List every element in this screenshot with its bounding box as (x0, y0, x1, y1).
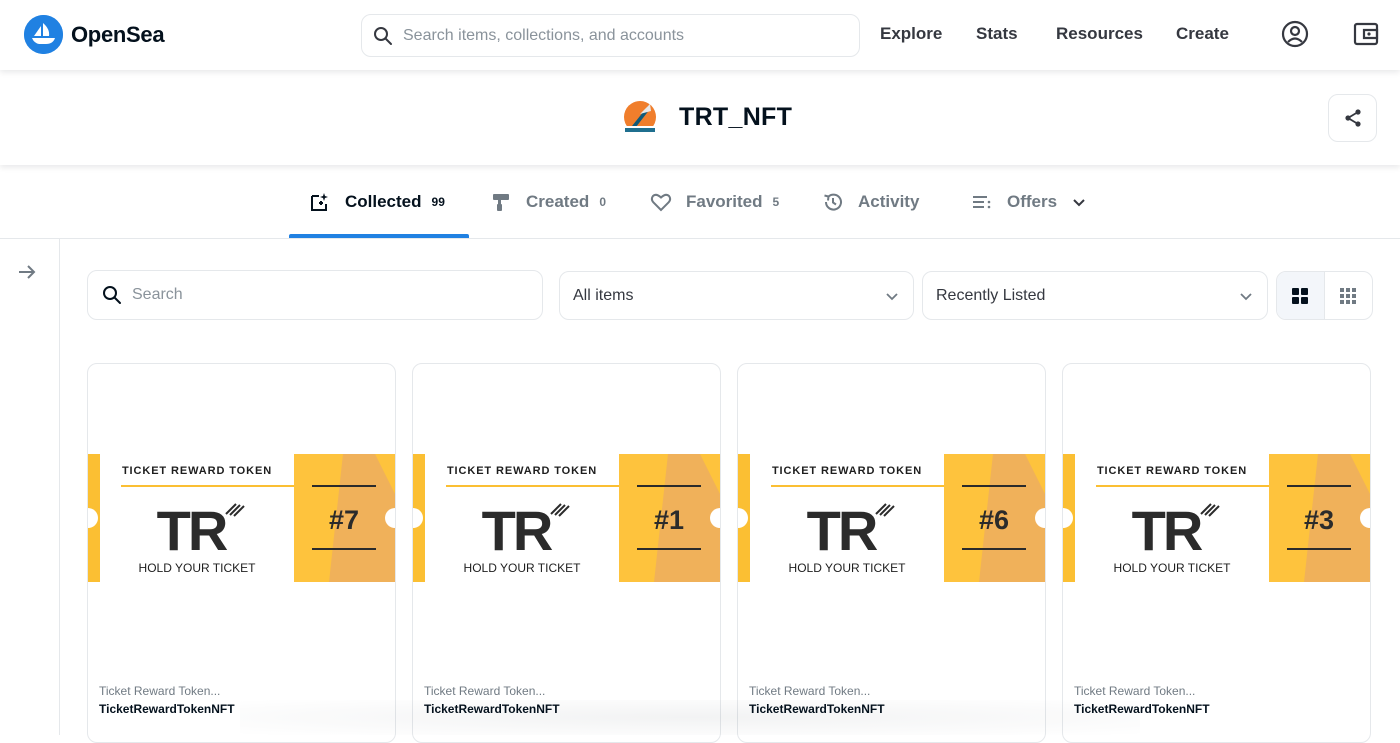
tab-offers-label: Offers (1007, 192, 1058, 211)
ticket-header-text: TICKET REWARD TOKEN (1097, 465, 1247, 477)
card-item-name: TicketRewardTokenNFT (1074, 702, 1210, 716)
nft-card[interactable]: TICKET REWARD TOKEN TR HOLD YOUR TICKET #1 … (412, 363, 721, 743)
search-icon (103, 286, 121, 304)
profile-avatar (623, 101, 657, 134)
profile-name: TRT_NFT (679, 103, 793, 131)
ticket-number: #1 (654, 505, 684, 535)
small-grid-button[interactable] (1325, 272, 1373, 319)
nav-explore[interactable]: Explore (880, 24, 942, 44)
nav-create[interactable]: Create (1176, 24, 1229, 44)
wallet-icon[interactable] (1352, 20, 1380, 48)
ticket-logo-accent (875, 503, 887, 515)
brand-name: OpenSea (71, 21, 165, 47)
ticket-header-text: TICKET REWARD TOKEN (447, 465, 597, 477)
small-grid-icon (1340, 287, 1357, 304)
card-collection-name: Ticket Reward Token... (1074, 684, 1196, 698)
ticket-logo-accent (554, 504, 566, 516)
sort-value: Recently Listed (936, 286, 1046, 304)
ticket-logo: TR (1132, 499, 1203, 562)
card-collection-name: Ticket Reward Token... (749, 684, 871, 698)
large-grid-icon (1292, 287, 1309, 304)
tab-favorited[interactable]: Favorited 5 (650, 165, 779, 239)
active-tab-indicator (289, 234, 469, 238)
chevron-down-icon (886, 292, 898, 300)
ticket-logo-accent (883, 505, 895, 517)
tab-collected-count: 99 (431, 195, 445, 209)
nft-ticket-image: TICKET REWARD TOKEN TRHOLD YOUR TICKET #7 (88, 454, 395, 582)
collected-icon (311, 193, 328, 211)
share-button[interactable] (1328, 94, 1377, 142)
nft-ticket-image: TICKET REWARD TOKEN TRHOLD YOUR TICKET #6 (738, 454, 1045, 582)
tab-activity-label: Activity (858, 192, 920, 211)
tab-favorited-label: Favorited (686, 192, 763, 211)
heart-icon (650, 193, 672, 212)
tab-favorited-count: 5 (772, 195, 780, 209)
items-search-input[interactable] (132, 275, 542, 315)
nft-ticket-image: TICKET REWARD TOKEN TRHOLD YOUR TICKET #1 (413, 454, 720, 582)
ticket-logo: TR (157, 499, 228, 562)
nft-card[interactable]: TICKET REWARD TOKEN TR HOLD YOUR TICKET #6 … (737, 363, 1046, 743)
profile-header: TRT_NFT (0, 70, 1400, 165)
sort-dropdown[interactable]: Recently Listed (922, 271, 1268, 320)
nav-resources[interactable]: Resources (1056, 24, 1143, 44)
ticket-number: #7 (329, 505, 359, 535)
chevron-down-icon (1240, 292, 1252, 300)
list-icon (973, 196, 991, 209)
card-collection-name: Ticket Reward Token... (424, 684, 546, 698)
profile-tabs: Collected 99 Created 0 Favorited 5 Activ… (0, 165, 1400, 239)
card-item-name: TicketRewardTokenNFT (99, 702, 235, 716)
nft-card[interactable]: TICKET REWARD TOKEN TR HOLD YOUR TICKET #3 … (1062, 363, 1371, 743)
nft-card[interactable]: TICKET REWARD TOKEN TR HOLD YOUR TICKET #7 … (87, 363, 396, 743)
tab-collected-label: Collected (345, 192, 422, 211)
tab-created[interactable]: Created 0 (490, 165, 606, 239)
ticket-logo-accent (1200, 503, 1212, 515)
opensea-logo-icon (24, 15, 63, 54)
card-item-name: TicketRewardTokenNFT (424, 702, 560, 716)
card-item-name: TicketRewardTokenNFT (749, 702, 885, 716)
tab-created-label: Created (526, 192, 590, 211)
ticket-logo-accent (879, 504, 891, 516)
ticket-tagline: HOLD YOUR TICKET (789, 561, 907, 575)
nav-stats[interactable]: Stats (976, 24, 1018, 44)
global-search[interactable] (361, 14, 860, 57)
history-icon (824, 193, 842, 211)
ticket-logo-accent (225, 503, 237, 515)
ticket-logo-accent (1204, 504, 1216, 516)
ticket-number: #3 (1304, 505, 1334, 535)
ticket-logo: TR (807, 499, 878, 562)
ticket-number: #6 (979, 505, 1009, 535)
filter-sidebar-collapsed (0, 239, 60, 735)
ticket-logo-accent (229, 504, 241, 516)
ticket-logo-accent (233, 505, 245, 517)
ticket-logo-accent (558, 505, 570, 517)
tab-activity[interactable]: Activity (822, 165, 919, 239)
global-search-input[interactable] (403, 15, 859, 56)
tab-created-count: 0 (599, 195, 606, 209)
ticket-header-text: TICKET REWARD TOKEN (122, 465, 272, 477)
ticket-header-text: TICKET REWARD TOKEN (772, 465, 922, 477)
ticket-tagline: HOLD YOUR TICKET (1114, 561, 1232, 575)
ticket-logo-accent (1208, 505, 1220, 517)
tab-collected[interactable]: Collected 99 (309, 165, 445, 239)
ticket-logo-accent (550, 503, 562, 515)
opensea-logo-link[interactable]: OpenSea (24, 15, 165, 54)
expand-filters-arrow-icon[interactable] (16, 261, 38, 283)
chevron-down-icon (1073, 199, 1085, 207)
account-icon[interactable] (1281, 20, 1309, 48)
top-nav: OpenSea Explore Stats Resources Create (0, 0, 1400, 70)
share-icon (1344, 109, 1361, 127)
ticket-logo: TR (482, 499, 553, 562)
nft-ticket-image: TICKET REWARD TOKEN TRHOLD YOUR TICKET #3 (1063, 454, 1370, 582)
card-collection-name: Ticket Reward Token... (99, 684, 221, 698)
items-filter-dropdown[interactable]: All items (559, 271, 914, 320)
search-icon (374, 26, 392, 45)
ticket-tagline: HOLD YOUR TICKET (464, 561, 582, 575)
tab-offers[interactable]: Offers (971, 165, 1087, 239)
view-mode-toggle (1276, 271, 1373, 320)
items-search[interactable] (87, 270, 543, 320)
items-filter-value: All items (573, 286, 634, 304)
ticket-tagline: HOLD YOUR TICKET (139, 561, 257, 575)
paintbrush-icon (493, 194, 509, 211)
large-grid-button[interactable] (1277, 272, 1325, 319)
